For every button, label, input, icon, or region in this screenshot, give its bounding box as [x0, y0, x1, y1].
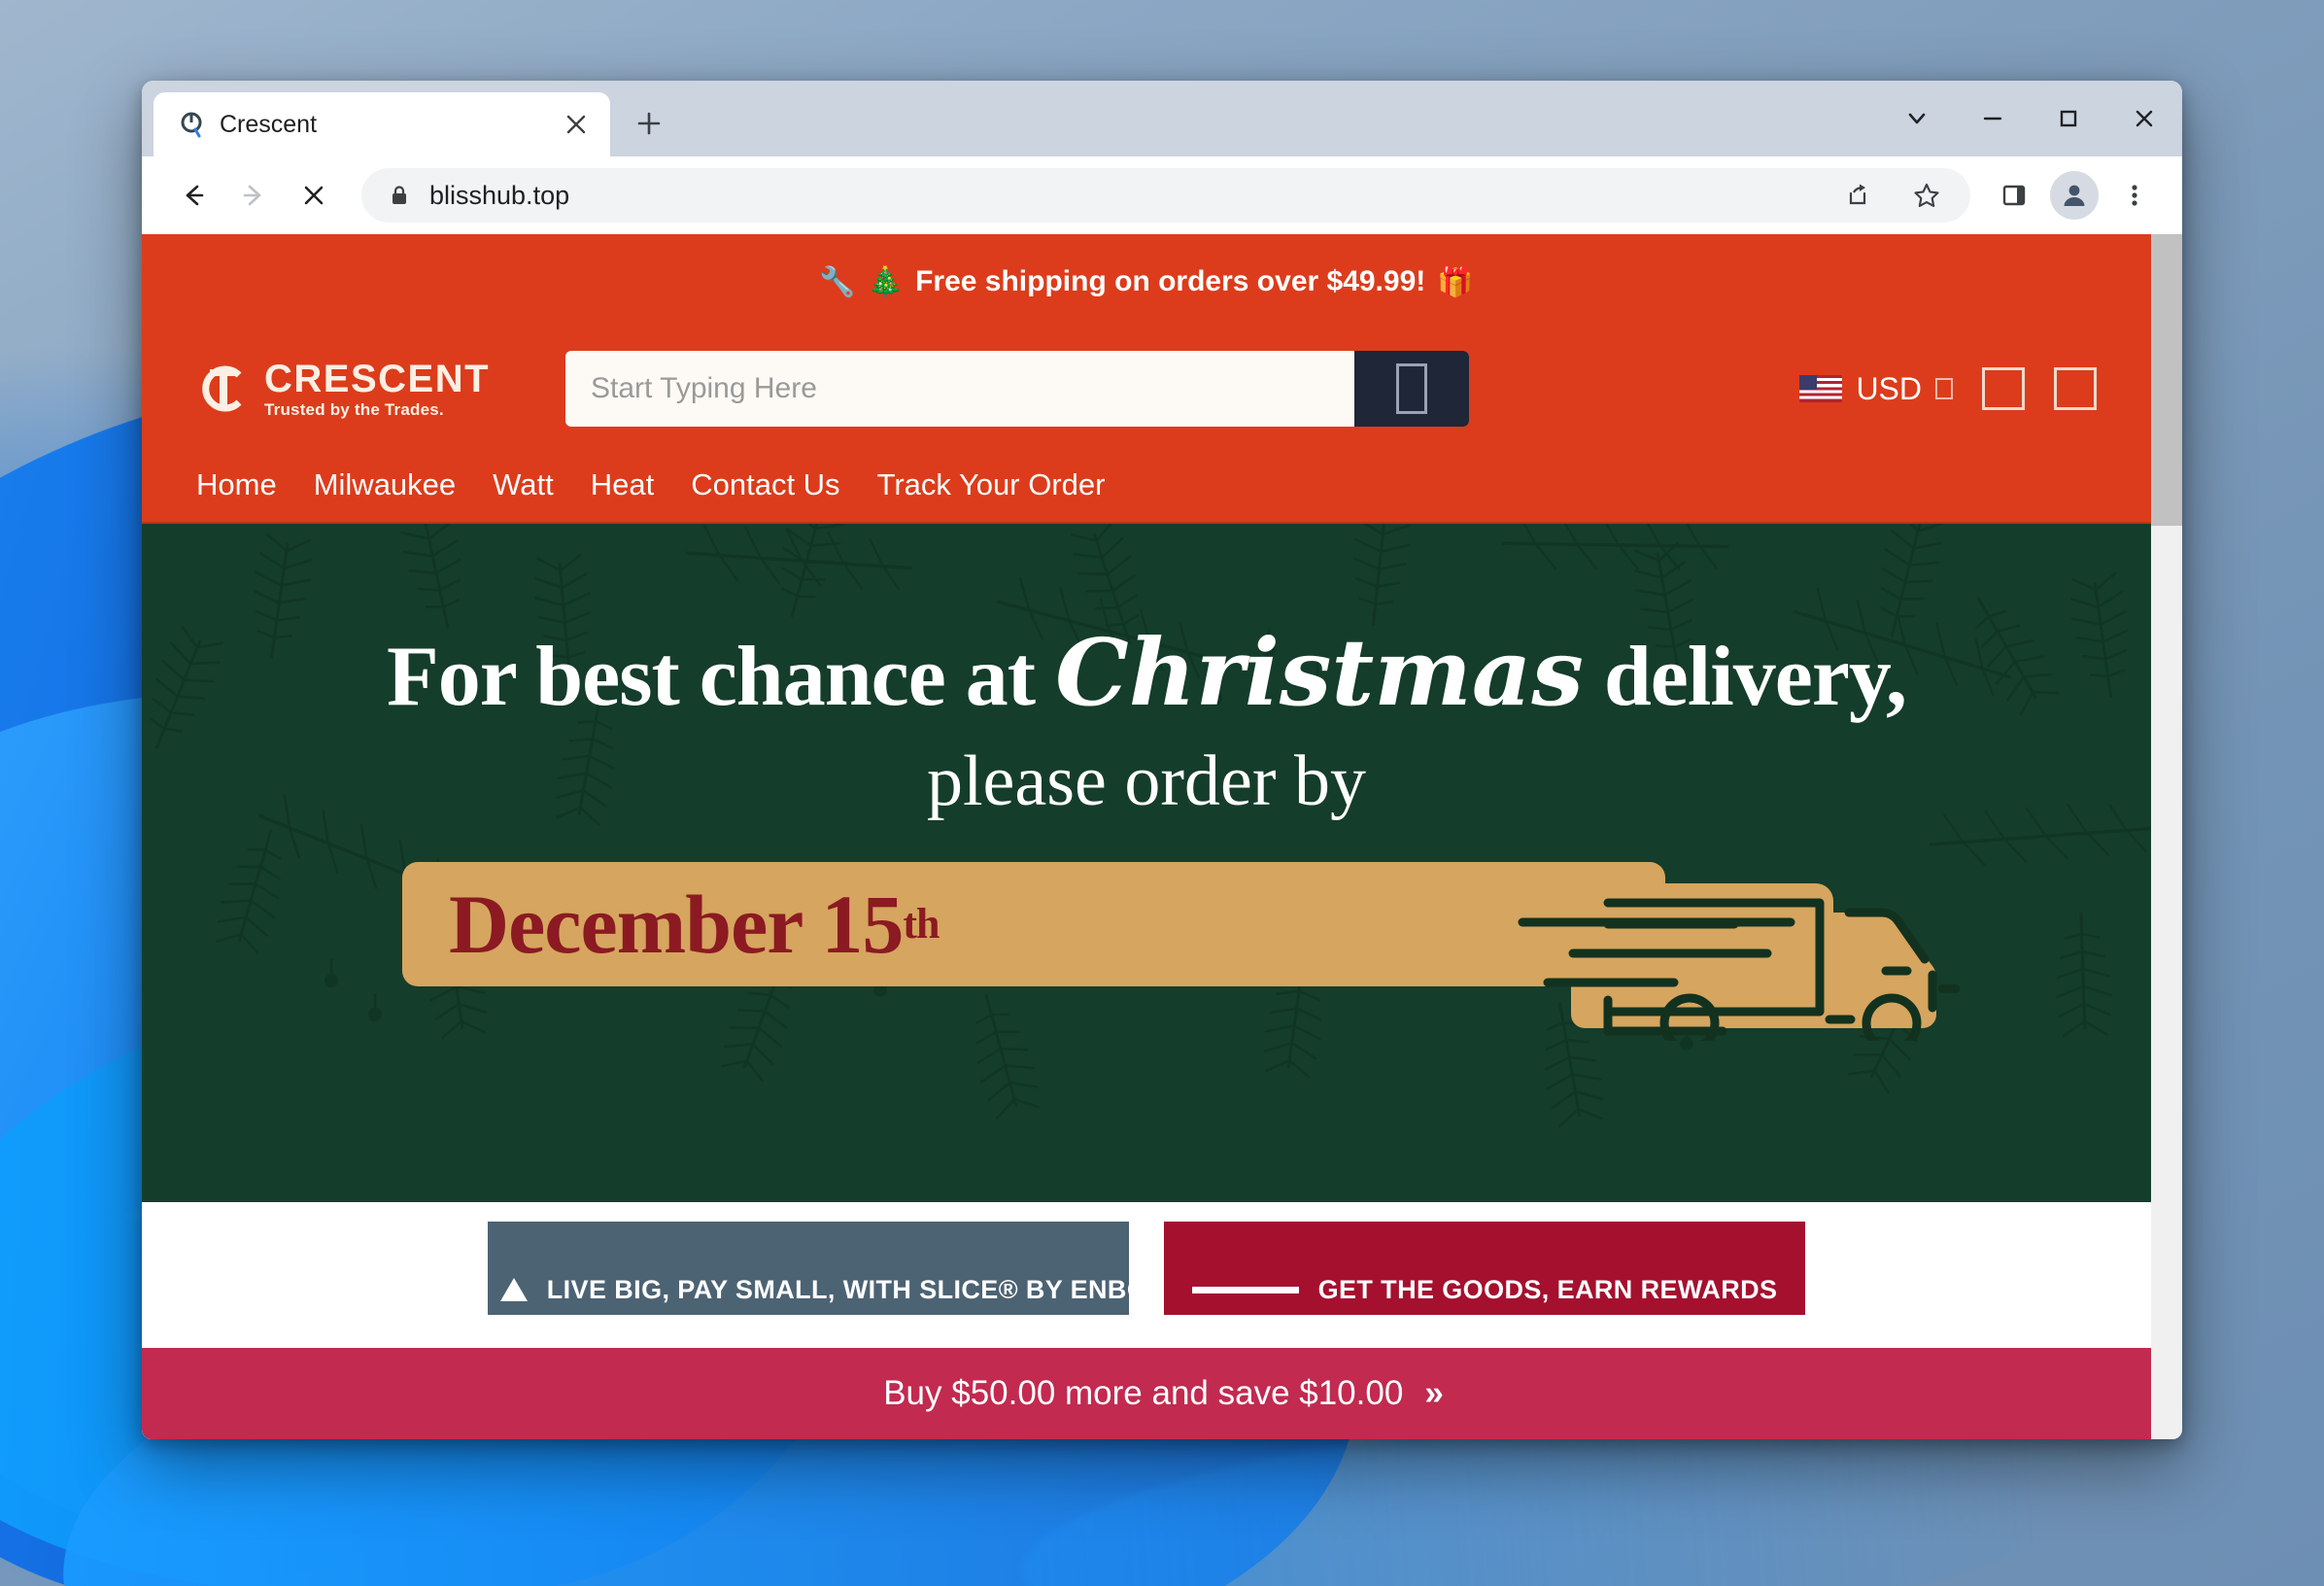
share-icon[interactable]	[1830, 169, 1883, 222]
site-header: CRESCENT Trusted by the Trades. Start Ty…	[142, 329, 2151, 448]
chevron-right-double-icon: »	[1424, 1374, 1444, 1412]
hero-content: For best chance at Christmas delivery, p…	[142, 524, 2151, 1053]
star-icon[interactable]	[1900, 169, 1953, 222]
site-logo-name: CRESCENT	[264, 358, 491, 400]
delivery-truck-icon	[1515, 808, 1991, 1053]
forward-arrow-icon	[225, 167, 282, 224]
nav-item-track-your-order[interactable]: Track Your Order	[877, 467, 1106, 502]
nav-item-milwaukee[interactable]: Milwaukee	[314, 467, 456, 502]
gift-emoji-icon: 🎁	[1437, 265, 1474, 298]
order-by-date-text: December 15	[449, 878, 904, 971]
page-scrollbar[interactable]	[2151, 234, 2182, 1439]
triangle-glyph-icon	[499, 1278, 528, 1301]
hero-headline-line1: For best chance at Christmas delivery,	[142, 627, 2151, 720]
hero-headline-part1: For best chance at	[386, 630, 1056, 724]
site-logo-text: CRESCENT Trusted by the Trades.	[264, 360, 490, 418]
nav-item-watt[interactable]: Watt	[493, 467, 554, 502]
wrench-emoji-icon: 🔧	[819, 265, 856, 298]
browser-tab-title: Crescent	[220, 110, 318, 138]
dot-glyph-icon	[468, 1277, 487, 1302]
chevron-down-icon[interactable]	[1879, 81, 1955, 156]
close-icon[interactable]	[560, 108, 593, 141]
back-arrow-icon[interactable]	[165, 167, 222, 224]
order-by-date-banner: December 15th	[402, 862, 1665, 986]
promo-card-slice-label: LIVE BIG, PAY SMALL, WITH SLICE® BY ENBO	[546, 1274, 1148, 1304]
site-logo[interactable]: CRESCENT Trusted by the Trades.	[196, 360, 517, 418]
site-logo-tagline: Trusted by the Trades.	[264, 400, 444, 419]
us-flag-icon	[1799, 375, 1843, 402]
slice-logo-icon	[468, 1277, 528, 1302]
cart-upsell-bar[interactable]: Buy $50.00 more and save $10.00 »	[142, 1348, 2182, 1439]
promo-card-rewards-label: GET THE GOODS, EARN REWARDS	[1317, 1274, 1778, 1304]
hero-date-row: December 15th	[142, 841, 2151, 1053]
scrollbar-thumb[interactable]	[2151, 234, 2182, 526]
promo-card-slice[interactable]: LIVE BIG, PAY SMALL, WITH SLICE® BY ENBO	[468, 1222, 1147, 1315]
hero-headline-script: Christmas	[1055, 619, 1584, 727]
hero-headline-part2: delivery,	[1583, 630, 1907, 724]
crescent-favicon	[179, 111, 206, 138]
address-bar[interactable]: blisshub.top	[361, 168, 1970, 223]
christmas-tree-emoji-icon: 🎄	[867, 265, 905, 298]
page-viewport: 🔧 🎄 Free shipping on orders over $49.99!…	[142, 234, 2182, 1439]
profile-avatar-icon[interactable]	[2050, 171, 2099, 220]
crescent-c-logo-icon	[196, 362, 251, 416]
browser-toolbar: blisshub.top	[142, 156, 2182, 234]
page-content: 🔧 🎄 Free shipping on orders over $49.99!…	[142, 234, 2151, 1319]
side-panel-icon[interactable]	[1988, 169, 2040, 222]
order-by-date-suffix: th	[903, 900, 940, 948]
promo-card-rewards[interactable]: GET THE GOODS, EARN REWARDS	[1164, 1222, 1805, 1315]
announcement-bar: 🔧 🎄 Free shipping on orders over $49.99!…	[142, 234, 2151, 329]
nav-item-heat[interactable]: Heat	[591, 467, 654, 502]
chevron-down-icon	[1935, 378, 1953, 399]
stop-loading-icon[interactable]	[286, 167, 342, 224]
three-dot-menu-icon[interactable]	[2108, 169, 2161, 222]
currency-label: USD	[1856, 370, 1922, 406]
search-icon	[1396, 363, 1427, 414]
minimize-icon[interactable]	[1955, 81, 2031, 156]
browser-tab-strip: Crescent	[142, 81, 2182, 156]
search-input[interactable]	[565, 351, 1354, 427]
plus-icon[interactable]	[624, 98, 674, 149]
maximize-icon[interactable]	[2031, 81, 2106, 156]
browser-window: Crescent blisshub.top 🔧 🎄 Free shipping …	[142, 81, 2182, 1439]
browser-tab[interactable]: Crescent	[154, 92, 610, 156]
window-controls	[1879, 81, 2182, 156]
nav-item-home[interactable]: Home	[196, 467, 277, 502]
announcement-text: Free shipping on orders over $49.99!	[915, 265, 1426, 297]
promo-cards-strip: LIVE BIG, PAY SMALL, WITH SLICE® BY ENBO…	[142, 1202, 2151, 1319]
lock-icon	[387, 183, 412, 208]
site-navigation: Home Milwaukee Watt Heat Contact Us Trac…	[142, 448, 2151, 524]
hero-banner: For best chance at Christmas delivery, p…	[142, 524, 2151, 1202]
account-icon[interactable]	[1982, 367, 2025, 410]
header-utilities: USD	[1799, 367, 2097, 410]
cart-icon[interactable]	[2054, 367, 2097, 410]
cart-upsell-text: Buy $50.00 more and save $10.00	[883, 1374, 1404, 1412]
dash-glyph-icon	[1191, 1286, 1299, 1293]
hero-headline-line2: please order by	[926, 741, 1367, 821]
address-bar-url: blisshub.top	[429, 180, 570, 210]
currency-selector[interactable]: USD	[1799, 371, 1953, 407]
close-icon[interactable]	[2106, 81, 2182, 156]
search-button[interactable]	[1354, 351, 1469, 427]
nav-item-contact-us[interactable]: Contact Us	[691, 467, 839, 502]
site-search	[565, 351, 1469, 427]
desktop-background: Crescent blisshub.top 🔧 🎄 Free shipping …	[0, 0, 2324, 1586]
